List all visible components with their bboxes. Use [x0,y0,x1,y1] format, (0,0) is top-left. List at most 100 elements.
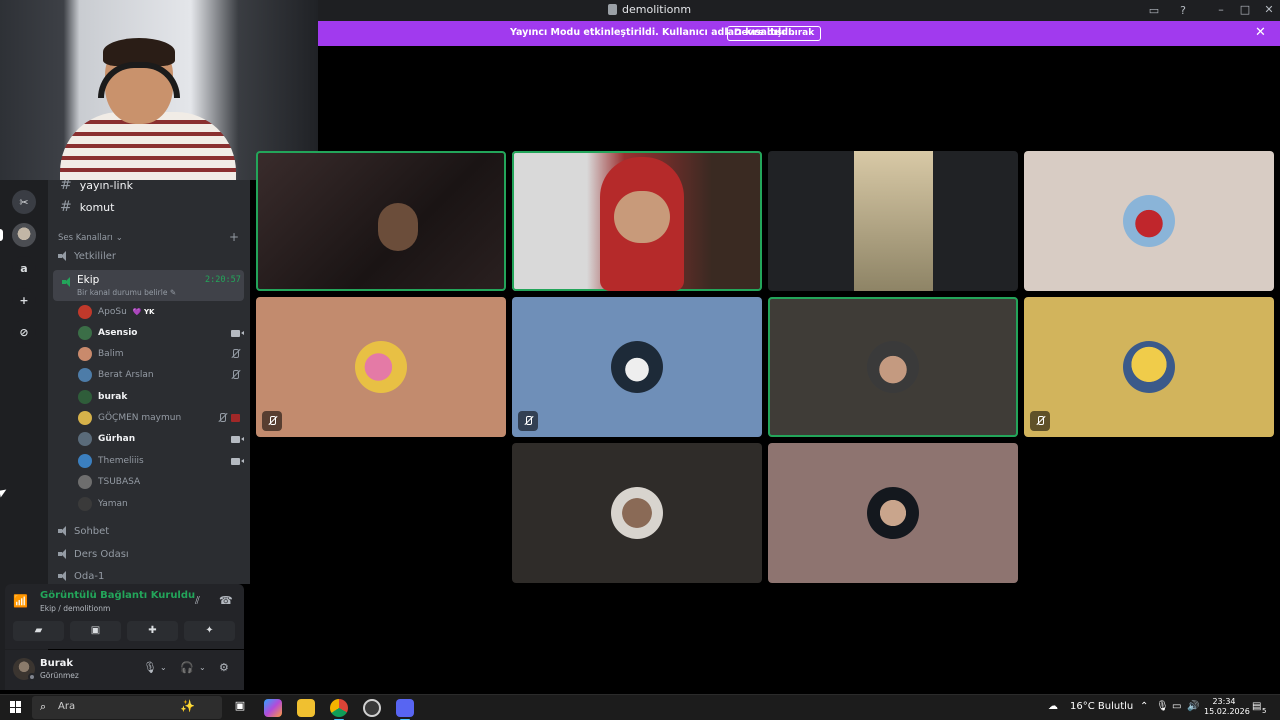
voice-channel-ders-odasi[interactable]: Ders Odası [58,545,129,563]
screen-share-button[interactable]: ▣ [70,621,121,641]
channel-yayin-link[interactable]: # yayın-link [60,180,133,194]
explore-icon[interactable]: ⊘ [12,320,36,344]
participant-avatar [611,487,663,539]
search-highlight-icon: ✨ [180,699,195,713]
muted-indicator [262,411,282,431]
video-tile-1[interactable] [256,151,506,291]
chrome-icon[interactable] [330,699,348,720]
microphone-tray-icon[interactable]: 🎙 [1156,701,1169,712]
task-view-icon[interactable]: ▣ [231,699,249,717]
weather-icon[interactable]: ☁ [1048,701,1058,712]
system-clock[interactable]: 23:34 15.02.2026 [1204,697,1250,717]
avatar [78,411,92,425]
file-explorer-icon[interactable] [297,699,315,717]
close-banner-icon[interactable]: ✕ [1255,25,1266,40]
camera-off-button[interactable]: ▰ [13,621,64,641]
close-window-button[interactable]: ✕ [1258,2,1280,18]
mouse-cursor-icon [0,489,8,498]
minimize-button[interactable]: – [1210,2,1232,18]
muted-icon [217,413,227,423]
add-server-icon[interactable]: + [12,288,36,312]
member-yaman[interactable]: Yaman [78,496,240,512]
notification-count: 5 [1262,707,1267,715]
channel-komut[interactable]: # komut [60,198,114,216]
stream-icon [231,414,240,422]
member-asensio[interactable]: Asensio [78,325,244,341]
video-tile-2[interactable] [512,151,762,291]
taskbar-search[interactable]: ⌕ Ara ✨ [32,696,222,719]
help-icon[interactable]: ? [1176,3,1190,17]
tools-icon: ✂ [19,195,29,209]
maximize-button[interactable]: □ [1234,2,1256,18]
avatar [78,305,92,319]
participant-avatar [355,341,407,393]
voice-channel-oda-1[interactable]: Oda-1 [58,567,104,584]
muted-indicator [1030,411,1050,431]
volume-icon[interactable]: 🔊 [1187,701,1199,712]
member-themeliiis[interactable]: Themeliiis [78,453,244,469]
muted-icon [1035,416,1045,426]
video-tile-5[interactable] [256,297,506,437]
video-tile-3[interactable] [768,151,1018,291]
video-tile-6[interactable] [512,297,762,437]
copilot-icon[interactable] [264,699,282,717]
video-tile-10[interactable] [768,443,1018,583]
member-berat-arslan[interactable]: Berat Arslan [78,367,240,383]
voice-category-header[interactable]: Ses Kanalları ⌄ [58,233,123,243]
pencil-icon: ✎ [169,288,177,297]
member-gocmen-maymun[interactable]: GÖÇMEN maymun [78,410,240,426]
member-burak[interactable]: burak [78,389,240,405]
settings-gear-icon[interactable]: ⚙ [219,661,229,674]
hash-icon: # [60,199,72,215]
soundboard-button[interactable]: ✦ [184,621,235,641]
window-title: demolitionm [608,3,691,16]
obs-icon[interactable] [363,699,381,717]
avatar [78,475,92,489]
add-channel-icon[interactable]: + [229,230,239,244]
avatar [78,368,92,382]
chevron-down-icon[interactable]: ⌄ [160,663,167,672]
discord-icon[interactable] [396,699,414,720]
network-icon[interactable]: ▭ [1172,701,1181,712]
member-gurhan[interactable]: Gürhan [78,431,244,447]
voice-channel-yetkililer[interactable]: Yetkililer [58,247,116,265]
server-tools[interactable]: ✂ [12,190,36,214]
streamer-mode-banner: Yayıncı Modu etkinleştirildi. Kullanıcı … [318,21,1280,46]
channel-status[interactable]: Bir kanal durumu belirle ✎ [77,288,176,297]
video-tile-4[interactable] [1024,151,1274,291]
avatar [78,432,92,446]
speaker-icon [58,549,68,559]
app-logo-icon [608,4,617,15]
signal-icon[interactable]: 📶 [13,594,31,612]
video-tile-7[interactable] [768,297,1018,437]
video-tile-8[interactable] [1024,297,1274,437]
video-tile-9[interactable] [512,443,762,583]
voice-channel-sohbet[interactable]: Sohbet [58,522,109,540]
server-a[interactable]: a [12,256,36,280]
server-avatar[interactable] [0,223,36,247]
speaker-icon [58,571,68,581]
member-aposu[interactable]: ApoSu 💜 YK [78,304,240,320]
disconnect-icon[interactable]: ☎ [219,594,233,607]
headphones-icon[interactable]: 🎧 [180,661,194,674]
member-balim[interactable]: Balim [78,346,240,362]
windows-start-icon[interactable] [10,701,22,713]
inbox-icon[interactable]: ▭ [1147,3,1161,17]
speaker-icon [58,526,68,536]
weather-text[interactable]: 16°C Bulutlu [1070,701,1133,712]
participant-avatar [1123,341,1175,393]
chevron-down-icon[interactable]: ⌄ [199,663,206,672]
voice-channel-ekip[interactable]: Ekip 2:20:57 Bir kanal durumu belirle ✎ [53,270,244,301]
participant-avatar [1123,195,1175,247]
chevron-up-icon[interactable]: ⌃ [1140,701,1148,712]
search-icon: ⌕ [40,700,47,713]
camera-icon [231,329,244,337]
microphone-icon[interactable]: 🎙 [143,661,157,674]
muted-icon [267,416,277,426]
member-tsubasa[interactable]: TSUBASA [78,474,240,490]
activities-button[interactable]: ✚ [127,621,178,641]
noise-suppression-icon[interactable]: ⫽ [195,594,200,608]
notification-icon[interactable]: ▤ [1252,701,1261,712]
speaker-icon [58,251,68,261]
disable-streamer-mode-button[interactable]: Devre dışı bırak [727,26,822,41]
